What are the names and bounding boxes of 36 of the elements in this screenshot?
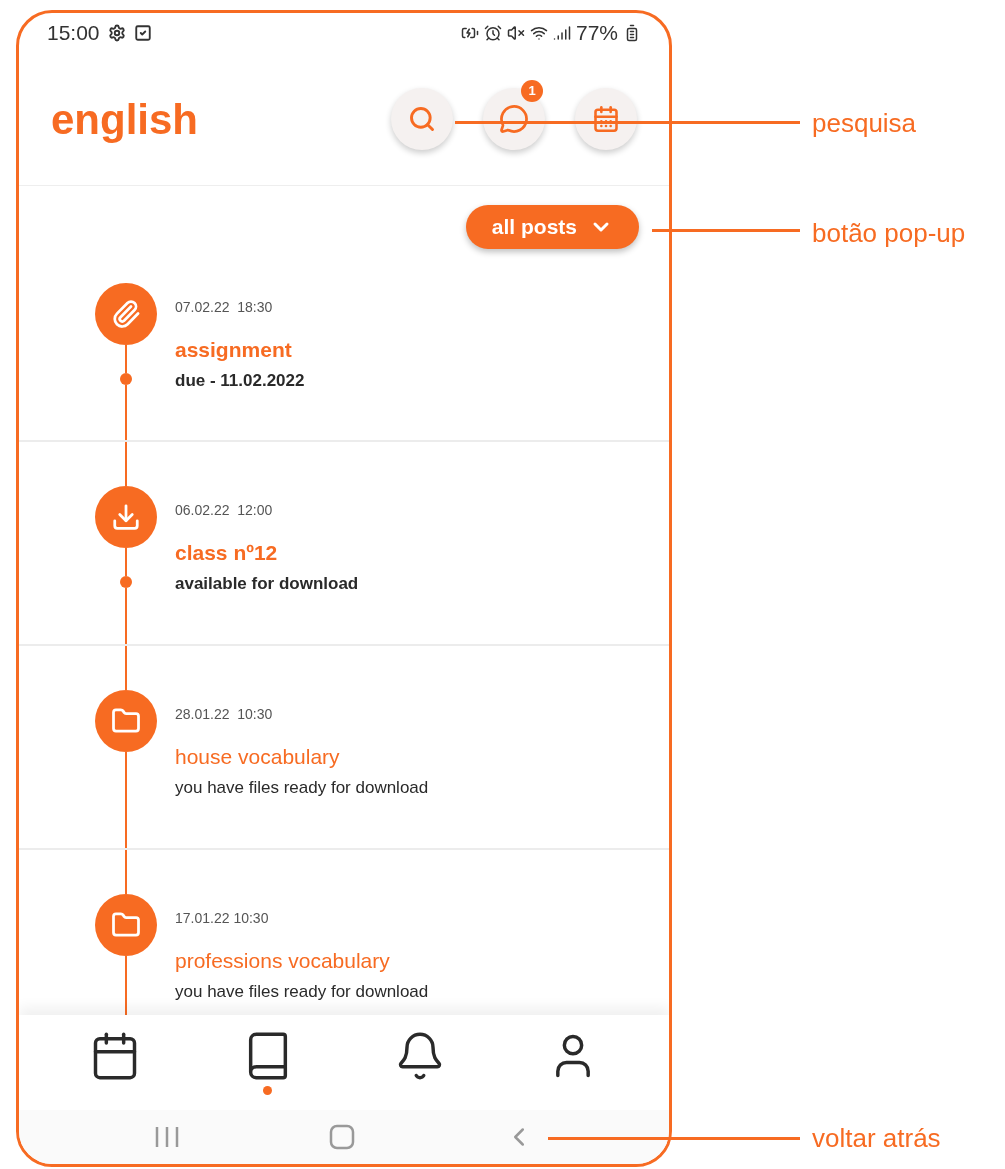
post-description: you have files ready for download <box>175 776 429 799</box>
paperclip-icon <box>110 299 141 329</box>
settings-icon <box>107 24 126 42</box>
home-icon[interactable] <box>329 1124 355 1150</box>
post-title: house vocabulary <box>175 744 341 770</box>
filter-dropdown[interactable]: all posts <box>465 205 639 249</box>
annotation-label: pesquisa <box>812 107 917 140</box>
recent-apps-icon[interactable] <box>153 1125 180 1149</box>
signal-icon <box>552 24 571 42</box>
checkbox-icon <box>133 24 152 42</box>
search-icon <box>408 105 436 133</box>
post-date: 06.02.22 12:00 <box>175 501 274 520</box>
post-date: 07.02.22 18:30 <box>175 298 274 317</box>
post-title: class nº12 <box>175 540 279 566</box>
page-title: english <box>51 94 199 145</box>
post-description: available for download <box>175 572 359 595</box>
messages-button[interactable] <box>483 88 545 150</box>
calendar-button[interactable] <box>575 88 637 150</box>
wifi-icon <box>529 24 548 42</box>
post-date: 17.01.22 10:30 <box>175 909 270 928</box>
notification-badge: 1 <box>521 80 543 102</box>
download-icon <box>110 502 141 532</box>
post-title: professions vocabulary <box>175 948 391 974</box>
post-title: assignment <box>175 337 293 363</box>
calendar-icon <box>592 105 620 133</box>
alarm-icon <box>483 24 502 42</box>
chat-bubble-icon <box>499 104 529 134</box>
mute-icon <box>506 24 525 42</box>
post-description: due - 11.02.2022 <box>175 369 305 392</box>
battery-percent: 77% <box>575 20 618 47</box>
annotation-label: voltar atrás <box>812 1122 941 1155</box>
status-time: 15:00 <box>47 20 100 47</box>
annotation-label: botão pop-up <box>812 217 966 250</box>
post-description: you have files ready for download <box>175 980 429 1003</box>
search-button[interactable] <box>391 88 453 150</box>
post-date: 28.01.22 10:30 <box>175 705 274 724</box>
